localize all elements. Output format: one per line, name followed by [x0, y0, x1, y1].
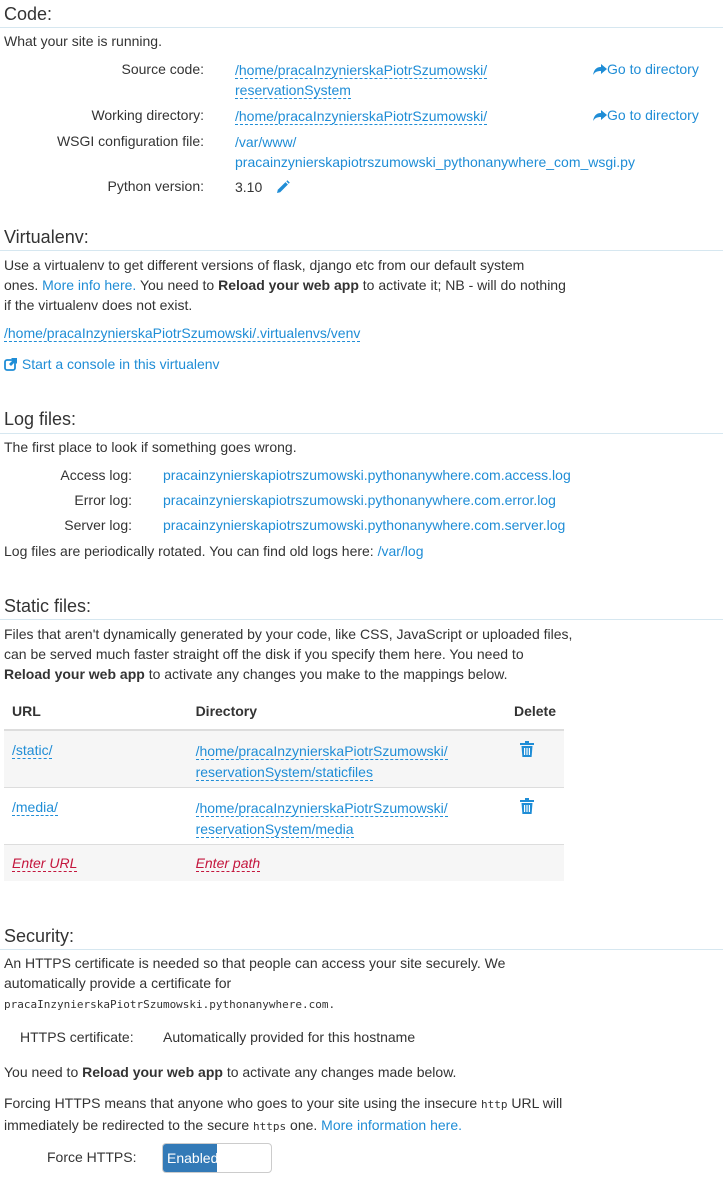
security-heading: Security:: [4, 926, 75, 946]
go-to-directory-label: Go to directory: [607, 107, 699, 123]
working-directory-label: Working directory:: [91, 107, 204, 123]
server-log-link[interactable]: pracainzynierskapiotrszumowski.pythonany…: [163, 517, 565, 533]
divider: [0, 619, 723, 620]
virtualenv-description: Use a virtualenv to get different versio…: [4, 257, 566, 313]
go-to-directory-link[interactable]: Go to directory: [593, 107, 699, 123]
enter-path-input[interactable]: Enter path: [195, 854, 261, 872]
working-directory-path[interactable]: /home/pracaInzynierskaPiotrSzumowski/: [235, 108, 488, 125]
wsgi-file-link-cont[interactable]: pracainzynierskapiotrszumowski_pythonany…: [235, 154, 635, 170]
directory-cell-cont[interactable]: reservationSystem/staticfiles: [195, 764, 373, 781]
virtualenv-path[interactable]: /home/pracaInzynierskaPiotrSzumowski/.vi…: [4, 325, 361, 342]
force-https-description: Forcing HTTPS means that anyone who goes…: [4, 1095, 563, 1133]
access-log-label: Access log:: [60, 467, 132, 483]
error-log-label: Error log:: [74, 492, 132, 508]
column-header-url: URL: [4, 693, 188, 731]
directory-cell[interactable]: /home/pracaInzynierskaPiotrSzumowski/: [195, 743, 448, 760]
directory-cell-cont[interactable]: reservationSystem/media: [195, 820, 354, 838]
table-row: /media/ /home/pracaInzynierskaPiotrSzumo…: [4, 787, 564, 845]
wsgi-file-link[interactable]: /var/www/: [235, 134, 296, 150]
static-files-description: Files that aren't dynamically generated …: [4, 626, 573, 682]
force-https-toggle[interactable]: Enabled: [162, 1143, 272, 1173]
go-to-directory-label: Go to directory: [607, 61, 699, 77]
pencil-icon[interactable]: [276, 179, 290, 194]
start-console-label: Start a console in this virtualenv: [21, 356, 220, 372]
more-info-link[interactable]: More info here.: [42, 277, 136, 293]
table-row: /static/ /home/pracaInzynierskaPiotrSzum…: [4, 730, 564, 788]
trash-icon[interactable]: [519, 741, 534, 757]
reload-note: You need to Reload your web app to activ…: [4, 1064, 457, 1080]
more-information-link[interactable]: More information here.: [321, 1117, 462, 1133]
url-cell[interactable]: /static/: [12, 742, 53, 759]
trash-icon[interactable]: [519, 797, 534, 814]
force-https-label: Force HTTPS:: [47, 1149, 137, 1165]
log-rotation-note: Log files are periodically rotated. You …: [4, 543, 424, 559]
security-description: An HTTPS certificate is needed so that p…: [4, 955, 506, 1011]
log-files-heading: Log files:: [4, 409, 77, 429]
access-log-link[interactable]: pracainzynierskapiotrszumowski.pythonany…: [163, 467, 571, 483]
hostname-code: pracaInzynierskaPiotrSzumowski.pythonany…: [4, 998, 336, 1011]
old-logs-link[interactable]: /var/log: [378, 543, 424, 559]
python-version-label: Python version:: [107, 178, 205, 194]
wsgi-label: WSGI configuration file:: [56, 133, 204, 149]
code-intro: What your site is running.: [4, 33, 162, 49]
divider: [0, 250, 723, 251]
https-certificate-value: Automatically provided for this hostname: [163, 1029, 416, 1045]
error-log-link[interactable]: pracainzynierskapiotrszumowski.pythonany…: [163, 492, 556, 508]
column-header-directory: Directory: [187, 693, 506, 731]
share-arrow-icon: [593, 64, 607, 76]
external-link-icon: [4, 357, 17, 371]
toggle-enabled-state: Enabled: [163, 1144, 218, 1172]
column-header-delete: Delete: [505, 693, 564, 731]
code-heading: Code:: [4, 4, 53, 24]
static-files-table: URL Directory Delete /static/ /home/prac…: [4, 693, 564, 881]
static-files-heading: Static files:: [4, 596, 92, 616]
table-row-new-entry: Enter URL Enter path: [4, 844, 564, 881]
divider: [0, 949, 723, 950]
enter-url-input[interactable]: Enter URL: [12, 854, 78, 872]
source-code-path-cont[interactable]: reservationSystem: [235, 82, 351, 99]
log-files-intro: The first place to look if something goe…: [4, 439, 297, 455]
start-console-link[interactable]: Start a console in this virtualenv: [4, 356, 220, 372]
https-certificate-label: HTTPS certificate:: [20, 1029, 134, 1045]
divider: [0, 433, 723, 434]
python-version-value: 3.10: [235, 179, 263, 195]
url-cell[interactable]: /media/: [12, 798, 58, 816]
virtualenv-heading: Virtualenv:: [4, 227, 89, 247]
divider: [0, 27, 723, 28]
source-code-path[interactable]: /home/pracaInzynierskaPiotrSzumowski/: [235, 62, 488, 79]
directory-cell[interactable]: /home/pracaInzynierskaPiotrSzumowski/: [195, 799, 448, 817]
go-to-directory-link[interactable]: Go to directory: [593, 61, 699, 77]
server-log-label: Server log:: [64, 517, 132, 533]
share-arrow-icon: [593, 110, 607, 122]
source-code-label: Source code:: [121, 61, 205, 77]
